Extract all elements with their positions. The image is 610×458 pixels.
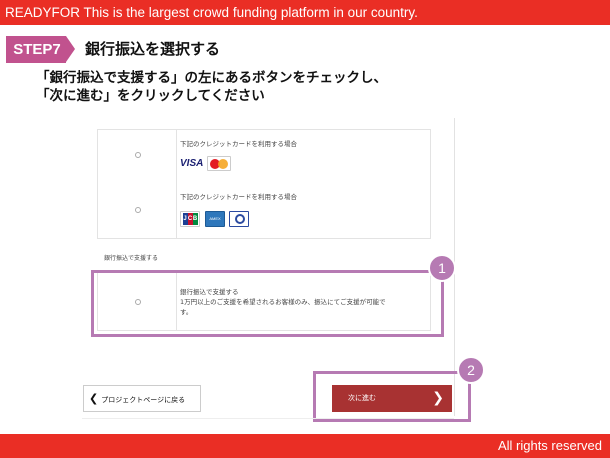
instruction-text: 「銀行振込で支援する」の左にあるボタンをチェックし、 「次に進む」をクリックして… [36,69,387,105]
step-badge: STEP7 [6,36,75,63]
card-option-1-label: 下記のクレジットカードを利用する場合 [180,140,297,148]
column-divider [176,130,177,238]
step-badge-label: STEP7 [13,41,61,58]
chevron-left-icon: ❮ [89,392,99,405]
callout-badge-1: 1 [428,254,456,282]
footer-divider [82,418,454,419]
card-option-2-radio[interactable] [135,207,141,213]
jcb-letter-b: B [192,213,198,225]
highlight-box-1 [91,270,444,337]
diners-logo-icon [229,211,249,227]
instruction-line-1: 「銀行振込で支援する」の左にあるボタンをチェックし、 [36,70,387,86]
amex-logo-icon: AMEX [205,211,225,227]
visa-logo-icon: VISA [180,158,204,169]
bottom-banner: All rights reserved [0,434,610,458]
instruction-line-2: 「次に進む」をクリックしてください [36,88,265,104]
back-to-project-button[interactable]: ❮ プロジェクトページに戻る [83,385,201,412]
jcb-logo-icon: JCB [180,211,200,227]
highlight-box-2 [313,371,471,422]
mastercard-logo-icon [207,156,231,171]
top-banner: READYFOR This is the largest crowd fundi… [0,0,610,25]
back-button-label: プロジェクトページに戻る [101,396,186,404]
bank-section-label: 銀行振込で支援する [104,255,159,262]
callout-badge-2: 2 [457,356,485,384]
step-title: 銀行振込を選択する [85,40,221,58]
card-option-2-label: 下記のクレジットカードを利用する場合 [180,193,297,201]
card-option-1-radio[interactable] [135,152,141,158]
